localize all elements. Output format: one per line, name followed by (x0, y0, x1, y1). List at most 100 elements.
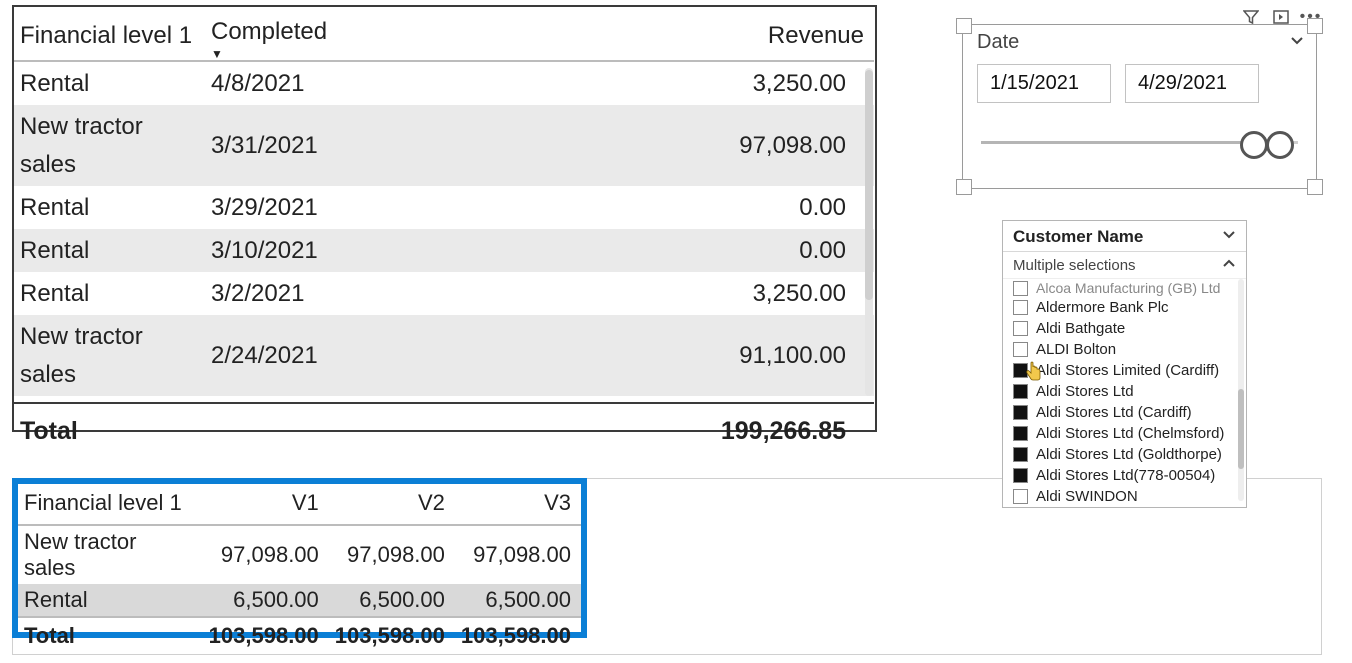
cell-revenue: 0.00 (361, 229, 874, 272)
checkbox[interactable] (1013, 363, 1028, 378)
cell-financial-level: New tractor sales (18, 525, 203, 584)
cell-financial-level: Rental (14, 62, 205, 105)
cell-revenue: 2,023.37 (361, 396, 874, 403)
summary-header-row: Financial level 1 V1 V2 V3 (18, 484, 581, 525)
cell-revenue: 91,100.00 (361, 315, 874, 395)
cell-financial-level: Rental (14, 186, 205, 229)
cell-v3: 97,098.00 (455, 525, 581, 584)
slicer-item[interactable]: Aldi Stores Ltd (Cardiff) (1003, 402, 1246, 423)
column-header-financial-level-2[interactable]: Financial level 1 (18, 484, 203, 525)
slicer-item[interactable]: ALDI Bolton (1003, 339, 1246, 360)
slider-handle-start[interactable] (1240, 131, 1268, 159)
table-row[interactable]: New tractor sales3/31/202197,098.00 (14, 105, 874, 185)
slicer-item-label: Aldi Stores Ltd (Cardiff) (1036, 404, 1192, 421)
cell-financial-level: Rental (18, 584, 203, 617)
slicer-item[interactable]: Aldi Stores Ltd (Chelmsford) (1003, 423, 1246, 444)
column-header-financial-level[interactable]: Financial level 1 (14, 7, 205, 61)
slicer-item-label: Aldi Stores Limited (Cardiff) (1036, 362, 1219, 379)
table-body-scroll[interactable]: Rental4/8/20213,250.00New tractor sales3… (14, 62, 875, 402)
summary-total-row: Total 103,598.00 103,598.00 103,598.00 (18, 617, 581, 654)
slicer-item[interactable]: Aldi Stores Ltd(778-00504) (1003, 465, 1246, 486)
scrollbar-thumb[interactable] (1238, 389, 1244, 469)
cell-v2: 6,500.00 (329, 584, 455, 617)
slicer-item[interactable]: Aldi SWINDON (1003, 486, 1246, 507)
slicer-item[interactable]: Aldi Bathgate (1003, 318, 1246, 339)
slicer-item[interactable]: Aldi Stores Limited (Cardiff) (1003, 360, 1246, 381)
checkbox[interactable] (1013, 468, 1028, 483)
table-row[interactable]: Rental2/10/20212,023.37 (14, 396, 874, 403)
column-header-completed[interactable]: Completed▼ (205, 7, 361, 61)
slicer-item[interactable]: Aldi Stores Ltd (1003, 381, 1246, 402)
scrollbar[interactable] (865, 68, 873, 396)
cell-financial-level: Rental (14, 229, 205, 272)
chevron-down-icon[interactable] (1222, 227, 1236, 247)
table-row[interactable]: Rental4/8/20213,250.00 (14, 62, 874, 105)
cell-completed: 3/29/2021 (205, 186, 361, 229)
table-row[interactable]: Rental6,500.006,500.006,500.00 (18, 584, 581, 617)
table-visual-summary[interactable]: Financial level 1 V1 V2 V3 New tractor s… (12, 478, 587, 638)
slicer-item[interactable]: Aldi Stores Ltd (Goldthorpe) (1003, 444, 1246, 465)
slicer-item-label: Aldi Stores Ltd (Goldthorpe) (1036, 446, 1222, 463)
date-from-input[interactable]: 1/15/2021 (977, 64, 1111, 103)
checkbox[interactable] (1013, 489, 1028, 504)
slicer-item-label: Aldi Stores Ltd (Chelmsford) (1036, 425, 1224, 442)
checkbox[interactable] (1013, 342, 1028, 357)
checkbox[interactable] (1013, 447, 1028, 462)
cell-revenue: 97,098.00 (361, 105, 874, 185)
column-header-v3[interactable]: V3 (455, 484, 581, 525)
date-range-slider[interactable] (981, 127, 1298, 163)
slicer-item-label: Aldi Stores Ltd (1036, 383, 1134, 400)
column-header-v1[interactable]: V1 (203, 484, 329, 525)
table-total-row: Total 199,266.85 (14, 403, 874, 459)
cell-v1: 6,500.00 (203, 584, 329, 617)
checkbox[interactable] (1013, 300, 1028, 315)
selection-handle[interactable] (1307, 179, 1323, 195)
selection-handle[interactable] (956, 18, 972, 34)
column-header-v2[interactable]: V2 (329, 484, 455, 525)
slicer-item-label: Alcoa Manufacturing (GB) Ltd (1036, 280, 1220, 296)
cell-v1: 97,098.00 (203, 525, 329, 584)
cell-completed: 3/10/2021 (205, 229, 361, 272)
checkbox[interactable] (1013, 384, 1028, 399)
cell-financial-level: New tractor sales (14, 105, 205, 185)
cell-revenue: 3,250.00 (361, 272, 874, 315)
slider-handle-end[interactable] (1266, 131, 1294, 159)
scrollbar-thumb[interactable] (865, 70, 873, 300)
scrollbar[interactable] (1238, 279, 1244, 501)
cell-completed: 3/2/2021 (205, 272, 361, 315)
checkbox[interactable] (1013, 321, 1028, 336)
selection-handle[interactable] (1307, 18, 1323, 34)
table-row[interactable]: Rental3/10/20210.00 (14, 229, 874, 272)
table-row[interactable]: Rental3/2/20213,250.00 (14, 272, 874, 315)
column-header-revenue[interactable]: Revenue (361, 7, 874, 61)
customer-slicer-title: Customer Name (1013, 227, 1143, 247)
cell-revenue: 3,250.00 (361, 62, 874, 105)
sort-desc-icon: ▼ (211, 50, 351, 58)
chevron-up-icon[interactable] (1222, 256, 1236, 274)
slicer-item-label: ALDI Bolton (1036, 341, 1116, 358)
slicer-item[interactable]: Aldermore Bank Plc (1003, 297, 1246, 318)
cell-completed: 4/8/2021 (205, 62, 361, 105)
checkbox[interactable] (1013, 281, 1028, 296)
cell-v3: 6,500.00 (455, 584, 581, 617)
cell-completed: 2/10/2021 (205, 396, 361, 403)
checkbox[interactable] (1013, 405, 1028, 420)
table-header: Financial level 1 Completed▼ Revenue (14, 7, 874, 62)
checkbox[interactable] (1013, 426, 1028, 441)
chevron-down-icon[interactable] (1290, 31, 1304, 54)
cell-financial-level: New tractor sales (14, 315, 205, 395)
selection-handle[interactable] (956, 179, 972, 195)
cell-completed: 3/31/2021 (205, 105, 361, 185)
table-row[interactable]: New tractor sales2/24/202191,100.00 (14, 315, 874, 395)
date-slicer[interactable]: Date 1/15/2021 4/29/2021 (962, 24, 1317, 189)
slicer-item-label: Aldi Bathgate (1036, 320, 1125, 337)
table-row[interactable]: Rental3/29/20210.00 (14, 186, 874, 229)
slicer-item[interactable]: Alcoa Manufacturing (GB) Ltd (1003, 279, 1246, 297)
date-slicer-title: Date (977, 31, 1019, 54)
table-visual-main[interactable]: Financial level 1 Completed▼ Revenue Ren… (12, 5, 877, 432)
customer-name-slicer[interactable]: Customer Name Multiple selections Alcoa … (1002, 220, 1247, 508)
date-to-input[interactable]: 4/29/2021 (1125, 64, 1259, 103)
slicer-item-label: Aldermore Bank Plc (1036, 299, 1169, 316)
table-row[interactable]: New tractor sales97,098.0097,098.0097,09… (18, 525, 581, 584)
customer-slicer-search-text[interactable]: Multiple selections (1013, 257, 1136, 274)
